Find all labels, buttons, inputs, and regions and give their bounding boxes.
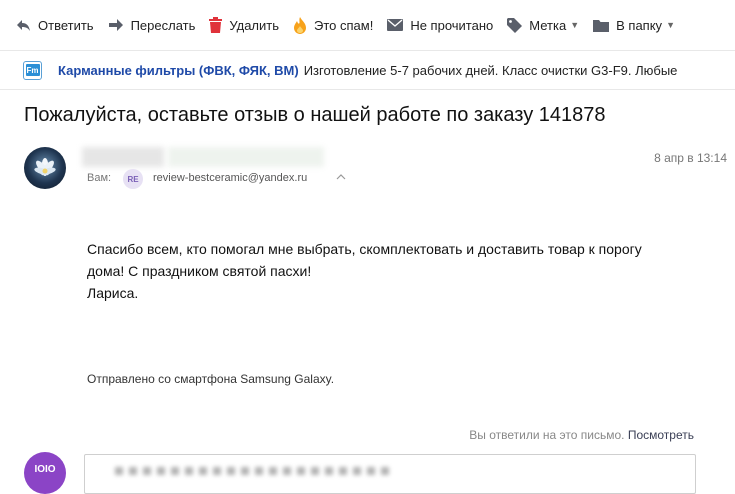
body-line: Лариса.	[87, 285, 139, 301]
promo-ad-bar[interactable]: Fm Карманные фильтры (ФВК, ФЯК, ВМ) Изго…	[0, 50, 735, 90]
promo-sender[interactable]: Карманные фильтры (ФВК, ФЯК, ВМ)	[58, 63, 299, 78]
spam-label: Это спам!	[314, 17, 374, 33]
reply-notice-text: Вы ответили на это письмо.	[469, 428, 625, 442]
view-reply-link[interactable]: Посмотреть	[628, 428, 694, 442]
reply-label: Ответить	[38, 17, 94, 33]
sender-avatar[interactable]	[24, 147, 66, 189]
unread-label: Не прочитано	[410, 17, 494, 33]
quick-reply-field[interactable]	[84, 454, 696, 494]
move-to-folder-button[interactable]: В папку ▼	[593, 18, 675, 33]
forward-arrow-icon	[108, 19, 123, 31]
forward-label: Переслать	[130, 17, 196, 33]
chevron-down-icon: ▼	[570, 20, 580, 30]
folder-icon	[593, 19, 610, 32]
tag-icon	[507, 17, 523, 33]
message-subject: Пожалуйста, оставьте отзыв о нашей работ…	[24, 104, 606, 126]
sender-address-redacted	[168, 147, 324, 167]
reply-notice: Вы ответили на это письмо. Посмотреть	[469, 428, 694, 442]
mark-unread-button[interactable]: Не прочитано	[387, 18, 493, 33]
lotus-flower-image	[34, 158, 56, 176]
label-button[interactable]: Метка ▼	[507, 17, 580, 33]
trash-icon	[209, 17, 223, 33]
recipient-avatar: RE	[123, 169, 143, 189]
recipient-email[interactable]: review-bestceramic@yandex.ru	[153, 172, 307, 184]
body-line: дома! С праздником святой пасхи!	[87, 263, 312, 279]
reply-placeholder-redacted	[115, 467, 395, 475]
envelope-icon	[387, 19, 404, 31]
sender-name-redacted	[82, 147, 164, 167]
delete-label: Удалить	[229, 17, 280, 33]
promo-text: Изготовление 5-7 рабочих дней. Класс очи…	[303, 62, 678, 78]
message-date: 8 апр в 13:14	[654, 151, 727, 165]
body-line: Спасибо всем, кто помогал мне выбрать, с…	[87, 241, 642, 257]
delete-button[interactable]: Удалить	[209, 17, 279, 33]
reply-icon	[17, 19, 30, 31]
forward-button[interactable]: Переслать	[108, 17, 196, 33]
spam-button[interactable]: Это спам!	[293, 16, 374, 34]
message-toolbar: Ответить Переслать Удалить Это спам! Не …	[0, 0, 735, 50]
folder-label: В папку	[616, 17, 663, 33]
recipient-label: Вам:	[87, 172, 112, 184]
flame-icon	[294, 16, 307, 34]
advertiser-logo: Fm	[23, 60, 42, 80]
mobile-signature: Отправлено со смартфона Samsung Galaxy.	[87, 372, 335, 386]
chevron-down-icon: ▼	[666, 20, 675, 30]
label-label: Метка	[529, 17, 567, 33]
recipient-avatar-text: RE	[127, 174, 139, 184]
message-body: Спасибо всем, кто помогал мне выбрать, с…	[87, 238, 707, 304]
user-avatar[interactable]: IOIO	[24, 452, 66, 494]
chevron-up-icon[interactable]	[336, 173, 346, 180]
reply-button[interactable]: Ответить	[16, 18, 94, 33]
advertiser-logo-text: Fm	[25, 64, 40, 76]
